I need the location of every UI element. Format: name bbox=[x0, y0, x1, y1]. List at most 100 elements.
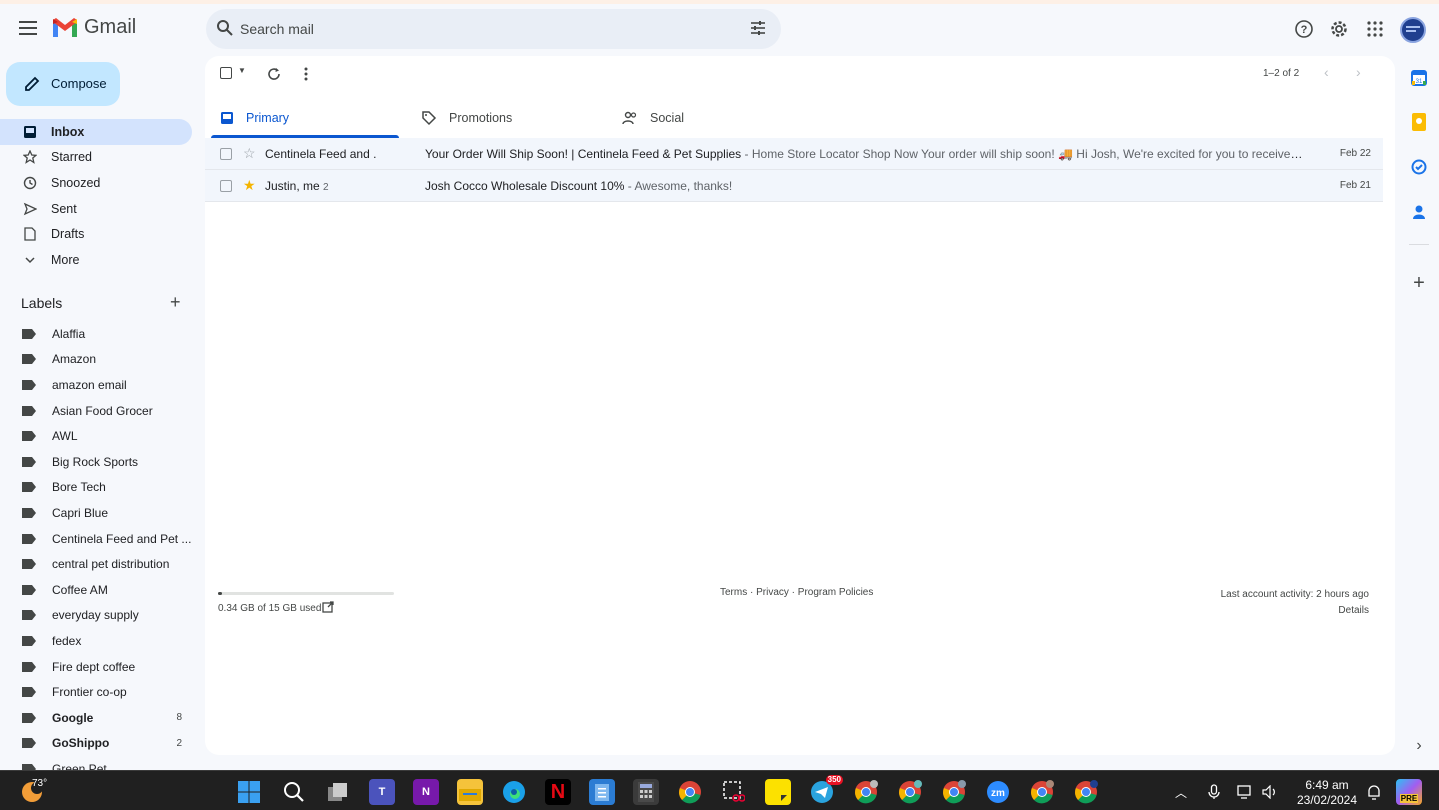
label-item[interactable]: Asian Food Grocer bbox=[0, 398, 192, 424]
storage-bar-fill bbox=[218, 592, 223, 595]
select-all-checkbox[interactable] bbox=[220, 67, 232, 79]
tab-primary[interactable]: Primary bbox=[220, 98, 289, 138]
sidebar-item-more[interactable]: More bbox=[0, 247, 192, 273]
taskbar-search-button[interactable] bbox=[281, 779, 307, 805]
tray-overflow-icon[interactable]: ︿ bbox=[1175, 784, 1187, 801]
edge-icon bbox=[503, 781, 525, 803]
telegram-app[interactable]: 350 bbox=[809, 775, 843, 805]
label-unread-count: 8 bbox=[176, 712, 182, 724]
label-item[interactable]: central pet distribution bbox=[0, 551, 192, 577]
label-item[interactable]: Capri Blue bbox=[0, 500, 192, 526]
keep-icon bbox=[1412, 113, 1426, 131]
prev-page-icon[interactable]: ‹ bbox=[1324, 64, 1329, 80]
main-menu-button[interactable] bbox=[14, 14, 42, 42]
label-item[interactable]: Amazon bbox=[0, 347, 192, 373]
label-item[interactable]: everyday supply bbox=[0, 603, 192, 629]
email-row[interactable]: ☆ Centinela Feed and . Your Order Will Sh… bbox=[205, 138, 1383, 170]
label-item[interactable]: Centinela Feed and Pet ... bbox=[0, 526, 192, 552]
calendar-button[interactable]: 31 bbox=[1409, 68, 1429, 88]
send-icon bbox=[22, 201, 38, 217]
temperature: 73° bbox=[32, 778, 48, 789]
zoom-app[interactable]: zm bbox=[985, 779, 1011, 805]
star-icon[interactable]: ☆ bbox=[243, 146, 256, 160]
label-item[interactable]: Alaffia bbox=[0, 321, 192, 347]
label-item[interactable]: AWL bbox=[0, 423, 192, 449]
sidebar-item-inbox[interactable]: Inbox bbox=[0, 119, 192, 145]
chrome-profile-4[interactable] bbox=[1029, 779, 1055, 805]
label-item[interactable]: amazon email bbox=[0, 372, 192, 398]
label-item[interactable]: Fire dept coffee bbox=[0, 654, 192, 680]
gmail-window: Gmail ? Compose Inbox Starred Snoozed Sent D… bbox=[0, 0, 1439, 810]
sticky-notes-app[interactable] bbox=[765, 779, 791, 805]
open-external-icon[interactable] bbox=[322, 601, 334, 613]
label-item[interactable]: fedex bbox=[0, 628, 192, 654]
network-icon[interactable] bbox=[1237, 784, 1253, 800]
label-item[interactable]: Big Rock Sports bbox=[0, 449, 192, 475]
sidebar-item-sent[interactable]: Sent bbox=[0, 196, 192, 222]
search-options-icon[interactable] bbox=[749, 19, 767, 37]
chrome-profile-1[interactable] bbox=[853, 779, 879, 805]
sidebar-item-snoozed[interactable]: Snoozed bbox=[0, 170, 192, 196]
sidebar-item-label: Sent bbox=[51, 201, 77, 216]
copilot-app[interactable]: PRE bbox=[1396, 779, 1422, 805]
help-button[interactable]: ? bbox=[1293, 18, 1315, 40]
task-view-button[interactable] bbox=[325, 779, 351, 805]
expand-panel-icon[interactable]: › bbox=[1409, 736, 1429, 756]
storage-text: 0.34 GB of 15 GB used bbox=[218, 603, 322, 614]
start-button[interactable] bbox=[236, 779, 262, 805]
main-panel: ▼ 1–2 of 2 ‹ › Primary Promotions Social… bbox=[205, 56, 1395, 755]
email-checkbox[interactable] bbox=[220, 148, 232, 160]
apps-button[interactable] bbox=[1364, 18, 1386, 40]
chrome-profile-2[interactable] bbox=[897, 779, 923, 805]
notepad-icon bbox=[595, 784, 609, 801]
compose-button[interactable]: Compose bbox=[6, 62, 120, 106]
account-avatar[interactable] bbox=[1400, 17, 1426, 43]
onenote-app[interactable]: N bbox=[413, 779, 439, 805]
add-label-button[interactable]: + bbox=[170, 293, 181, 311]
email-row[interactable]: ★ Justin, me 2 Josh Cocco Wholesale Discou… bbox=[205, 170, 1383, 202]
label-tag-icon bbox=[22, 379, 36, 390]
netflix-app[interactable]: N bbox=[545, 779, 571, 805]
label-item[interactable]: Bore Tech bbox=[0, 475, 192, 501]
more-options-icon[interactable] bbox=[303, 67, 309, 81]
chrome-app[interactable] bbox=[677, 779, 703, 805]
refresh-icon[interactable] bbox=[267, 67, 281, 81]
settings-button[interactable] bbox=[1328, 18, 1350, 40]
sidebar-item-drafts[interactable]: Drafts bbox=[0, 221, 192, 247]
details-link[interactable]: Details bbox=[1221, 603, 1369, 619]
chrome-profile-3[interactable] bbox=[941, 779, 967, 805]
tab-promotions[interactable]: Promotions bbox=[421, 98, 512, 138]
edge-app[interactable] bbox=[501, 779, 527, 805]
email-checkbox[interactable] bbox=[220, 180, 232, 192]
label-item[interactable]: Frontier co-op bbox=[0, 679, 192, 705]
sidebar-item-starred[interactable]: Starred bbox=[0, 145, 192, 171]
system-clock[interactable]: 6:49 am 23/02/2024 bbox=[1290, 778, 1364, 808]
tab-social[interactable]: Social bbox=[622, 98, 684, 138]
volume-icon[interactable] bbox=[1262, 785, 1278, 799]
label-item[interactable]: Coffee AM bbox=[0, 577, 192, 603]
tasks-button[interactable] bbox=[1409, 157, 1429, 177]
select-dropdown-icon[interactable]: ▼ bbox=[238, 66, 246, 75]
footer-links[interactable]: Terms · Privacy · Program Policies bbox=[720, 587, 873, 598]
calculator-app[interactable] bbox=[633, 779, 659, 805]
label-name: Alaffia bbox=[52, 326, 86, 341]
search-bar[interactable] bbox=[206, 9, 781, 49]
add-addon-icon[interactable]: + bbox=[1409, 272, 1429, 294]
contacts-button[interactable] bbox=[1409, 202, 1429, 222]
label-tag-icon bbox=[22, 507, 36, 518]
search-icon[interactable] bbox=[216, 19, 234, 37]
teams-app[interactable]: T bbox=[369, 779, 395, 805]
next-page-icon[interactable]: › bbox=[1356, 64, 1361, 80]
label-item[interactable]: Google 8 bbox=[0, 705, 192, 731]
keep-button[interactable] bbox=[1409, 112, 1429, 132]
gmail-logo[interactable]: Gmail bbox=[52, 16, 136, 39]
search-input[interactable] bbox=[240, 9, 720, 49]
notepad-app[interactable] bbox=[589, 779, 615, 805]
star-icon[interactable]: ★ bbox=[243, 178, 256, 192]
notifications-icon[interactable] bbox=[1366, 784, 1382, 800]
snipping-tool-app[interactable] bbox=[721, 779, 747, 805]
chrome-profile-5[interactable] bbox=[1073, 779, 1099, 805]
label-item[interactable]: GoShippo 2 bbox=[0, 731, 192, 757]
microphone-icon[interactable] bbox=[1208, 784, 1220, 800]
file-explorer-app[interactable] bbox=[457, 779, 483, 805]
